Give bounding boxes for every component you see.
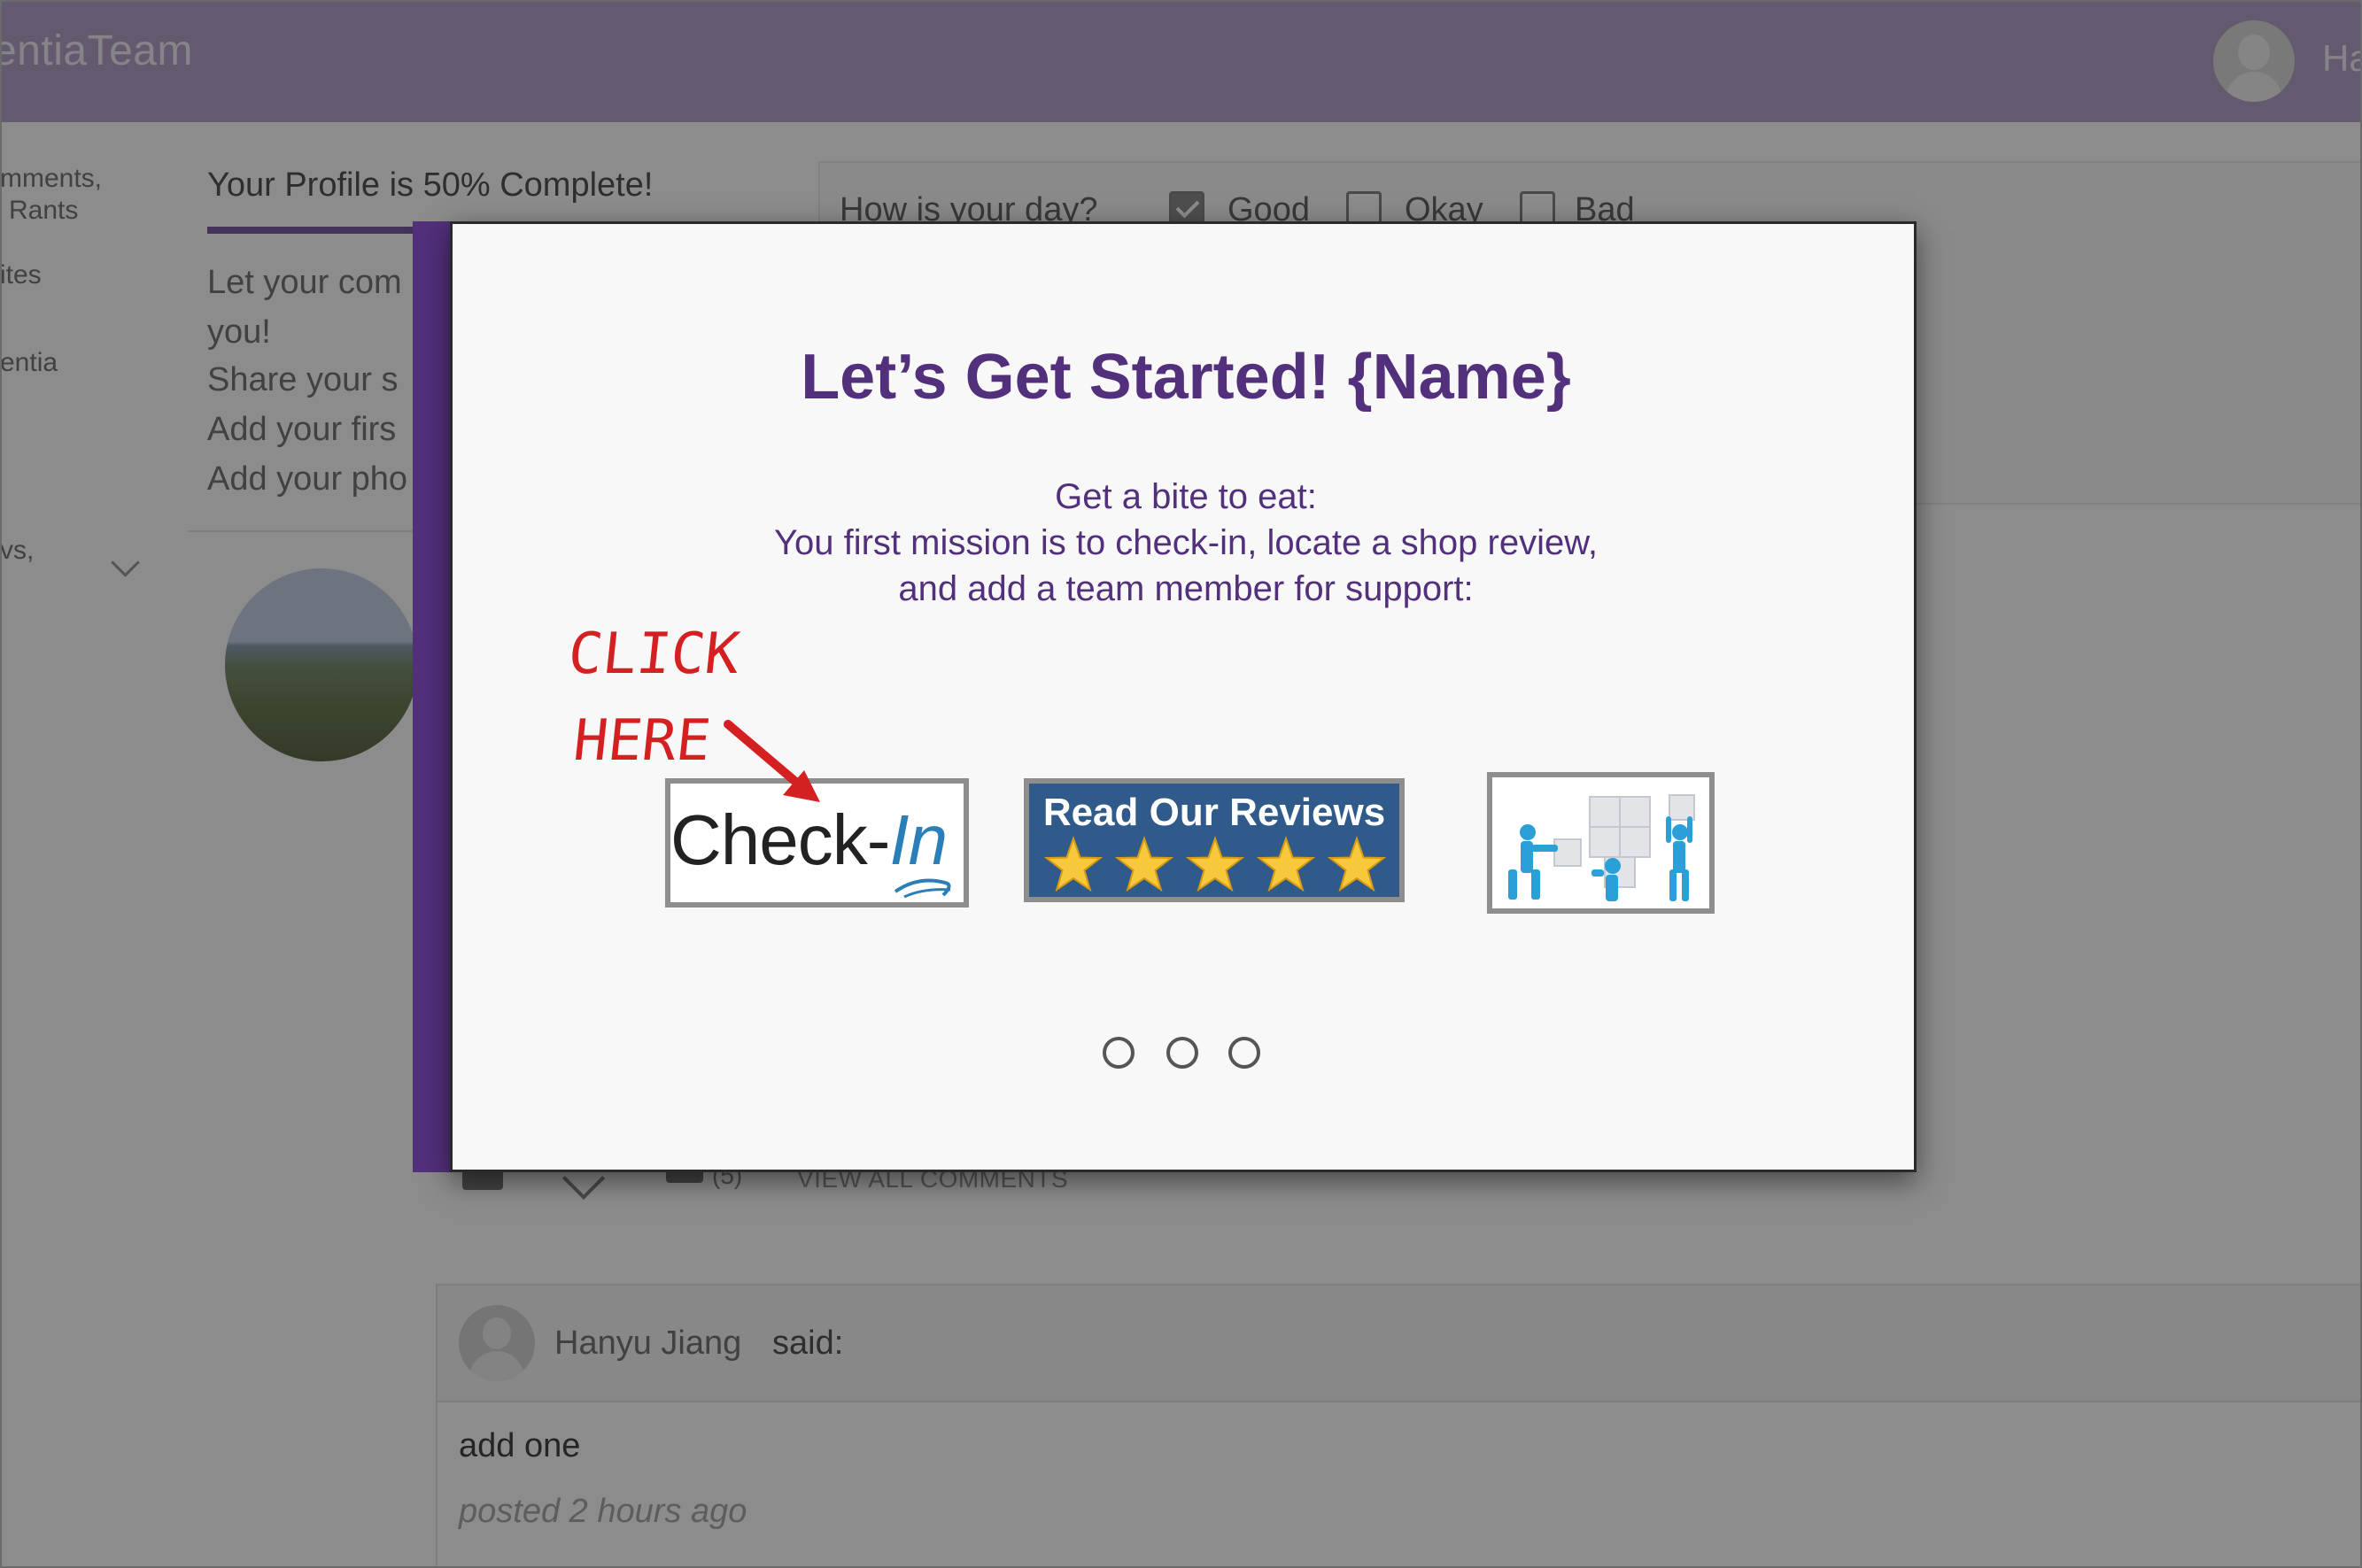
click-here-annotation: CLICK: [565, 622, 743, 687]
star-rating: [1043, 835, 1387, 892]
add-team-member-button[interactable]: [1487, 772, 1715, 914]
modal-accent-bar: [413, 221, 453, 1172]
app-frame: entiaTeam Ha mments, Rants ites entia vs…: [0, 0, 2362, 1568]
star-icon: [1043, 835, 1104, 892]
star-icon: [1185, 835, 1245, 892]
modal-mission-text: and add a team member for support:: [898, 569, 1474, 608]
modal-subtitle: Get a bite to eat:: [1055, 477, 1317, 516]
arrow-icon: [724, 720, 820, 802]
star-icon: [1256, 835, 1316, 892]
swoosh-icon: [894, 878, 951, 899]
modal-mission-text: You first mission is to check-in, locate…: [773, 523, 1599, 562]
click-here-annotation: HERE: [570, 708, 715, 774]
onboarding-modal: Let’s Get Started! {Name} Get a bite to …: [450, 221, 1917, 1172]
read-reviews-label: Read Our Reviews: [1042, 791, 1386, 834]
page-dot[interactable]: [1166, 1037, 1198, 1069]
page-dot[interactable]: [1103, 1037, 1135, 1069]
star-icon: [1114, 835, 1174, 892]
star-icon: [1327, 835, 1387, 892]
page-dot[interactable]: [1228, 1037, 1260, 1069]
read-reviews-button[interactable]: Read Our Reviews: [1024, 778, 1405, 902]
modal-title: Let’s Get Started! {Name}: [801, 342, 1571, 413]
team-puzzle-icon: [1492, 777, 1709, 908]
